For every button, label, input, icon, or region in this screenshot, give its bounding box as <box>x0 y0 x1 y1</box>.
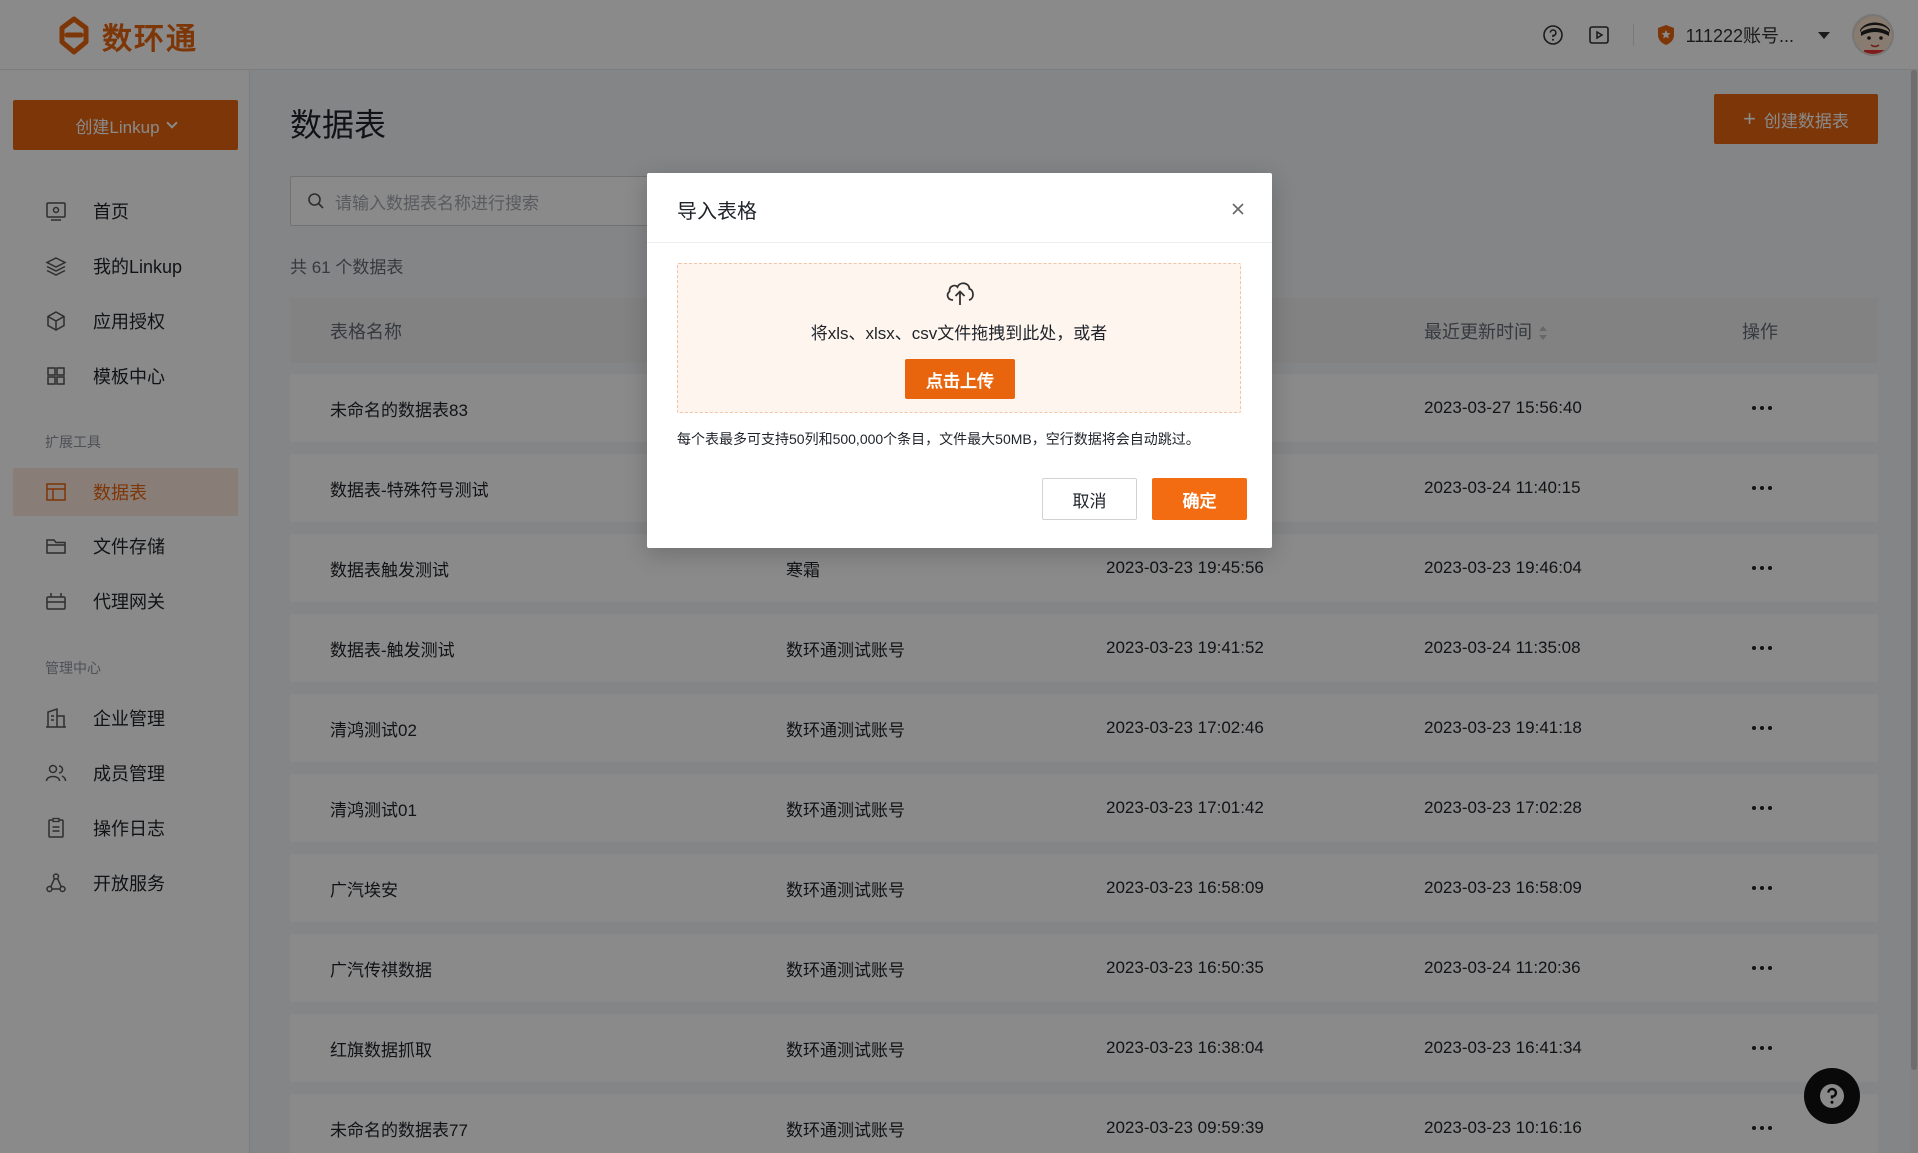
import-table-modal: 导入表格 将xls、xlsx、csv文件拖拽到此处，或者 点击上传 每个表最多可… <box>647 173 1272 548</box>
file-dropzone[interactable]: 将xls、xlsx、csv文件拖拽到此处，或者 点击上传 <box>677 263 1241 413</box>
dropzone-text: 将xls、xlsx、csv文件拖拽到此处，或者 <box>810 324 1108 343</box>
import-limits-note: 每个表最多可支持50列和500,000个条目，文件最大50MB，空行数据将会自动… <box>677 431 1200 447</box>
cancel-button[interactable]: 取消 <box>1042 478 1137 520</box>
confirm-button[interactable]: 确定 <box>1152 478 1247 520</box>
cloud-upload-icon <box>946 282 974 305</box>
modal-header: 导入表格 <box>647 173 1272 243</box>
modal-title: 导入表格 <box>677 201 757 223</box>
close-icon[interactable] <box>1230 201 1246 217</box>
upload-button[interactable]: 点击上传 <box>905 359 1015 399</box>
